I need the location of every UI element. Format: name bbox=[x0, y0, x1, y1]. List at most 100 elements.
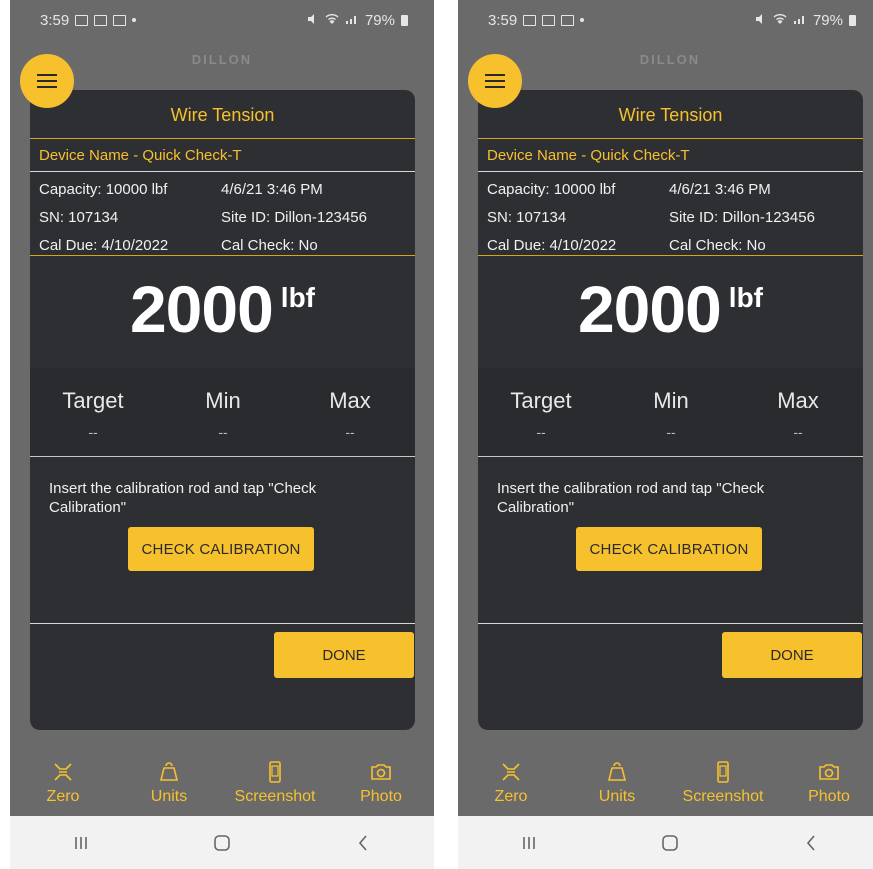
target-limit: Target -- bbox=[491, 388, 591, 440]
done-button[interactable]: DONE bbox=[274, 632, 414, 678]
reading-unit: lbf bbox=[280, 282, 316, 313]
tab-photo-label: Photo bbox=[808, 788, 850, 805]
calibration-instruction: Insert the calibration rod and tap "Chec… bbox=[49, 480, 317, 516]
home-icon bbox=[214, 834, 230, 851]
reading-unit: lbf bbox=[728, 282, 764, 313]
max-limit: Max -- bbox=[748, 388, 848, 440]
recents-icon bbox=[522, 836, 535, 849]
tab-screenshot-label: Screenshot bbox=[234, 788, 316, 805]
notification-icon bbox=[94, 14, 108, 26]
reading-value: 2000 bbox=[129, 272, 274, 346]
dot-icon bbox=[580, 18, 585, 22]
device-info: Capacity: 10000 lbf 4/6/21 3:46 PM SN: 1… bbox=[478, 172, 863, 256]
target-value: -- bbox=[536, 424, 546, 440]
min-value: -- bbox=[218, 424, 228, 440]
tab-units-label: Units bbox=[150, 788, 188, 805]
back-button[interactable] bbox=[333, 833, 393, 853]
datetime: 4/6/21 3:46 PM bbox=[221, 181, 323, 198]
cal-check: Cal Check: No bbox=[221, 237, 318, 254]
tab-zero-label: Zero bbox=[494, 788, 528, 805]
menu-button[interactable] bbox=[468, 54, 522, 108]
bottom-toolbar: Zero Units Screenshot Photo bbox=[458, 750, 873, 816]
serial-number: SN: 107134 bbox=[487, 209, 567, 226]
recents-button[interactable] bbox=[499, 833, 559, 853]
status-time: 3:59 bbox=[488, 11, 518, 29]
mail-icon bbox=[75, 14, 89, 26]
datetime: 4/6/21 3:46 PM bbox=[669, 181, 771, 198]
wire-tension-card: Wire Tension Device Name - Quick Check-T… bbox=[30, 90, 415, 730]
serial-number: SN: 107134 bbox=[39, 209, 119, 226]
phone-screen-left: 3:59 79% DILLON Wire Tension Device Name… bbox=[10, 0, 434, 869]
weight-icon bbox=[607, 762, 627, 781]
brand-logo: DILLON bbox=[639, 52, 701, 67]
tab-units[interactable]: Units bbox=[567, 760, 667, 806]
message-icon bbox=[113, 14, 127, 26]
menu-button[interactable] bbox=[20, 54, 74, 108]
reading-value: 2000 bbox=[577, 272, 722, 346]
tab-units[interactable]: Units bbox=[119, 760, 219, 806]
max-label: Max bbox=[777, 388, 819, 413]
done-button[interactable]: DONE bbox=[722, 632, 862, 678]
cal-due: Cal Due: 4/10/2022 bbox=[39, 237, 169, 254]
cal-check: Cal Check: No bbox=[669, 237, 766, 254]
status-bar: 3:59 79% bbox=[10, 0, 434, 40]
max-value: -- bbox=[345, 424, 355, 440]
recents-icon bbox=[74, 836, 87, 849]
recents-button[interactable] bbox=[51, 833, 111, 853]
home-icon bbox=[662, 834, 678, 851]
back-icon bbox=[359, 834, 367, 851]
site-id: Site ID: Dillon-123456 bbox=[669, 209, 815, 226]
home-button[interactable] bbox=[640, 833, 700, 853]
back-button[interactable] bbox=[781, 833, 841, 853]
phone-icon bbox=[269, 761, 281, 783]
status-bar: 3:59 79% bbox=[458, 0, 873, 40]
camera-icon bbox=[819, 764, 839, 780]
device-name: Device Name - Quick Check-T bbox=[30, 139, 415, 172]
camera-icon bbox=[371, 764, 391, 780]
tab-photo-label: Photo bbox=[360, 788, 402, 805]
weight-icon bbox=[159, 762, 179, 781]
card-title: Wire Tension bbox=[478, 90, 863, 139]
status-time: 3:59 bbox=[40, 11, 70, 29]
limits-panel: Target -- Min -- Max -- bbox=[30, 368, 415, 457]
tab-screenshot[interactable]: Screenshot bbox=[225, 760, 325, 806]
battery-icon bbox=[401, 14, 408, 26]
min-limit: Min -- bbox=[173, 388, 273, 440]
wifi-icon bbox=[325, 12, 339, 29]
site-id: Site ID: Dillon-123456 bbox=[221, 209, 367, 226]
hamburger-icon bbox=[485, 74, 505, 88]
zero-icon bbox=[502, 763, 520, 781]
calibration-section: Insert the calibration rod and tap "Chec… bbox=[478, 457, 863, 624]
dot-icon bbox=[132, 18, 137, 22]
min-label: Min bbox=[205, 388, 241, 413]
calibration-section: Insert the calibration rod and tap "Chec… bbox=[30, 457, 415, 624]
min-label: Min bbox=[653, 388, 689, 413]
min-limit: Min -- bbox=[621, 388, 721, 440]
target-value: -- bbox=[88, 424, 98, 440]
battery-icon bbox=[849, 14, 856, 26]
cal-due: Cal Due: 4/10/2022 bbox=[487, 237, 617, 254]
check-calibration-button[interactable]: CHECK CALIBRATION bbox=[576, 527, 762, 571]
tab-photo[interactable]: Photo bbox=[779, 760, 873, 806]
signal-icon bbox=[793, 12, 807, 29]
wire-tension-card: Wire Tension Device Name - Quick Check-T… bbox=[478, 90, 863, 730]
home-button[interactable] bbox=[192, 833, 252, 853]
limits-panel: Target -- Min -- Max -- bbox=[478, 368, 863, 457]
wifi-icon bbox=[773, 12, 787, 29]
tab-screenshot[interactable]: Screenshot bbox=[673, 760, 773, 806]
max-label: Max bbox=[329, 388, 371, 413]
tension-reading: 2000 lbf bbox=[478, 256, 863, 368]
phone-screen-right: 3:59 79% DILLON Wire Tension Device Name… bbox=[458, 0, 873, 869]
tab-photo[interactable]: Photo bbox=[331, 760, 431, 806]
capacity: Capacity: 10000 lbf bbox=[487, 181, 616, 198]
check-calibration-button[interactable]: CHECK CALIBRATION bbox=[128, 527, 314, 571]
card-title: Wire Tension bbox=[30, 90, 415, 139]
tab-units-label: Units bbox=[598, 788, 636, 805]
tab-screenshot-label: Screenshot bbox=[682, 788, 764, 805]
target-label: Target bbox=[510, 388, 572, 413]
target-limit: Target -- bbox=[43, 388, 143, 440]
hamburger-icon bbox=[37, 74, 57, 88]
tab-zero[interactable]: Zero bbox=[461, 760, 561, 806]
device-info: Capacity: 10000 lbf 4/6/21 3:46 PM SN: 1… bbox=[30, 172, 415, 256]
tab-zero[interactable]: Zero bbox=[13, 760, 113, 806]
